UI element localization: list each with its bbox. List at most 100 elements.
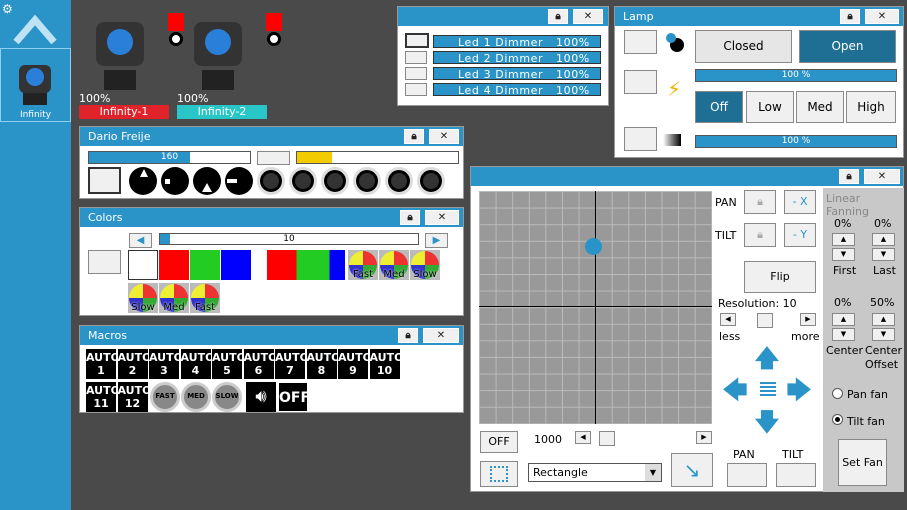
shape-select[interactable]: Rectangle ▼	[528, 463, 662, 482]
led-select-3[interactable]	[405, 67, 427, 80]
arrow-down-icon[interactable]: 🡇︎	[753, 408, 781, 436]
led-dimmer-row[interactable]: Led 1 Dimmer 100%	[433, 35, 601, 49]
color-rainbow-fast[interactable]: Fast	[348, 250, 378, 280]
gobo-dot-icon[interactable]	[161, 167, 189, 195]
tilt-lock-button[interactable]: 🔒︎	[744, 223, 776, 247]
offset-up-button[interactable]: ▲	[872, 313, 895, 326]
macro-auto-button[interactable]: AUTO 3	[149, 349, 183, 379]
close-icon[interactable]: ✕	[573, 9, 603, 24]
color-next-button[interactable]: ▶	[425, 233, 448, 248]
tilt-select-button[interactable]	[776, 463, 816, 487]
close-icon[interactable]: ✕	[865, 9, 899, 24]
gobo-wheel-icon-4[interactable]	[353, 167, 381, 195]
arrow-left-icon[interactable]: 🡄︎	[721, 376, 749, 404]
led-dimmer-row[interactable]: Led 4 Dimmer 100%	[433, 83, 601, 97]
lamp-med-button[interactable]: Med	[796, 91, 844, 123]
macro-med-icon[interactable]: MED	[181, 382, 211, 412]
shape-icon-button[interactable]	[480, 461, 518, 487]
color-split-swatch[interactable]	[267, 250, 345, 280]
arrow-up-icon[interactable]: 🡅︎	[753, 344, 781, 372]
lamp-open-button[interactable]: Open	[799, 30, 896, 63]
macro-auto-button[interactable]: AUTO 11	[86, 382, 120, 412]
lamp-level-bar[interactable]: 100 %	[695, 69, 897, 82]
lamp-select-3[interactable]	[624, 127, 657, 151]
flip-button[interactable]: Flip	[744, 261, 816, 293]
last-down-button[interactable]: ▼	[872, 248, 895, 261]
speed-more-button[interactable]: ▶	[696, 431, 712, 444]
pantilt-grid[interactable]	[479, 191, 712, 424]
center-grid-icon[interactable]	[760, 382, 776, 398]
lock-icon[interactable]: 🔒︎	[398, 328, 418, 343]
close-icon[interactable]: ✕	[423, 328, 459, 343]
gobo-wheel-icon-1[interactable]	[257, 167, 285, 195]
macro-auto-button[interactable]: AUTO 9	[338, 349, 372, 379]
first-up-button[interactable]: ▲	[832, 233, 855, 246]
gobo-wheel-icon-3[interactable]	[321, 167, 349, 195]
offset-down-button[interactable]: ▼	[872, 328, 895, 341]
macro-slow-icon[interactable]: SLOW	[212, 382, 242, 412]
close-icon[interactable]: ✕	[425, 210, 459, 225]
collapse-up-icon[interactable]	[12, 8, 58, 46]
macro-auto-button[interactable]: AUTO 5	[212, 349, 246, 379]
set-fan-button[interactable]: Set Fan	[838, 439, 887, 486]
dario-slider-2[interactable]	[296, 151, 459, 164]
shape-direction-button[interactable]: ↘	[671, 453, 713, 487]
macro-fast-icon[interactable]: FAST	[150, 382, 180, 412]
off-button[interactable]: OFF	[480, 431, 518, 453]
first-down-button[interactable]: ▼	[832, 248, 855, 261]
color-prev-button[interactable]: ◀	[129, 233, 152, 248]
led-dimmer-row[interactable]: Led 3 Dimmer 100%	[433, 67, 601, 81]
color-rainbow-med-2[interactable]: Med	[159, 283, 189, 313]
pan-fan-radio[interactable]	[832, 388, 843, 399]
pantilt-position-dot[interactable]	[585, 238, 602, 255]
color-white-swatch[interactable]	[128, 250, 158, 280]
last-up-button[interactable]: ▲	[872, 233, 895, 246]
color-rainbow-slow-2[interactable]: Slow	[128, 283, 158, 313]
lamp-low-button[interactable]: Low	[746, 91, 794, 123]
lock-icon[interactable]: 🔒︎	[404, 129, 424, 144]
lamp-select-2[interactable]	[624, 70, 657, 94]
led-select-2[interactable]	[405, 51, 427, 64]
lock-icon[interactable]: 🔒︎	[839, 169, 859, 184]
resolution-more-button[interactable]: ▶	[800, 313, 816, 326]
center-down-button[interactable]: ▼	[832, 328, 855, 341]
led-select-4[interactable]	[405, 83, 427, 96]
dario-slider-1[interactable]: 160	[88, 151, 251, 164]
tilt-fan-radio[interactable]	[832, 414, 843, 425]
fixture-1[interactable]: 100% Infinity-1	[78, 10, 184, 120]
lamp-off-button[interactable]: Off	[695, 91, 743, 123]
lock-icon[interactable]: 🔒︎	[400, 210, 420, 225]
resolution-slider-thumb[interactable]	[757, 313, 773, 328]
macro-auto-button[interactable]: AUTO 4	[180, 349, 214, 379]
dario-main-button[interactable]	[88, 167, 121, 194]
gobo-triangle-icon[interactable]	[193, 167, 221, 195]
sound-icon[interactable]: 🔊︎	[246, 382, 276, 412]
arrow-right-icon[interactable]: 🡆︎	[785, 376, 813, 404]
macro-auto-button[interactable]: AUTO 1	[86, 349, 120, 379]
invert-x-button[interactable]: - X	[784, 190, 816, 214]
close-icon[interactable]: ✕	[864, 169, 900, 184]
lamp-closed-button[interactable]: Closed	[695, 30, 792, 63]
color-select-button[interactable]	[88, 250, 121, 274]
macro-auto-button[interactable]: AUTO 6	[243, 349, 277, 379]
macro-auto-button[interactable]: AUTO 2	[117, 349, 151, 379]
macro-auto-button[interactable]: AUTO 10	[369, 349, 403, 379]
color-red-swatch[interactable]	[159, 250, 189, 280]
fixture-2[interactable]: 100% Infinity-2	[176, 10, 282, 120]
lamp-select-1[interactable]	[624, 30, 657, 54]
color-rainbow-slow[interactable]: Slow	[410, 250, 440, 280]
speed-less-button[interactable]: ◀	[575, 431, 591, 444]
resolution-less-button[interactable]: ◀	[720, 313, 736, 326]
lamp-high-button[interactable]: High	[846, 91, 896, 123]
color-slider[interactable]: 10	[159, 233, 419, 245]
gobo-wheel-icon-2[interactable]	[289, 167, 317, 195]
sidebar-fixture-tab[interactable]: Infinity	[0, 48, 71, 122]
lamp-dimmer-bar[interactable]: 100 %	[695, 135, 897, 148]
color-rainbow-fast-2[interactable]: Fast	[190, 283, 220, 313]
color-green-swatch[interactable]	[190, 250, 220, 280]
pan-select-button[interactable]	[727, 463, 767, 487]
invert-y-button[interactable]: - Y	[784, 223, 816, 247]
macro-auto-button[interactable]: AUTO 7	[275, 349, 309, 379]
color-rainbow-med[interactable]: Med	[379, 250, 409, 280]
lock-icon[interactable]: 🔒︎	[840, 9, 860, 24]
